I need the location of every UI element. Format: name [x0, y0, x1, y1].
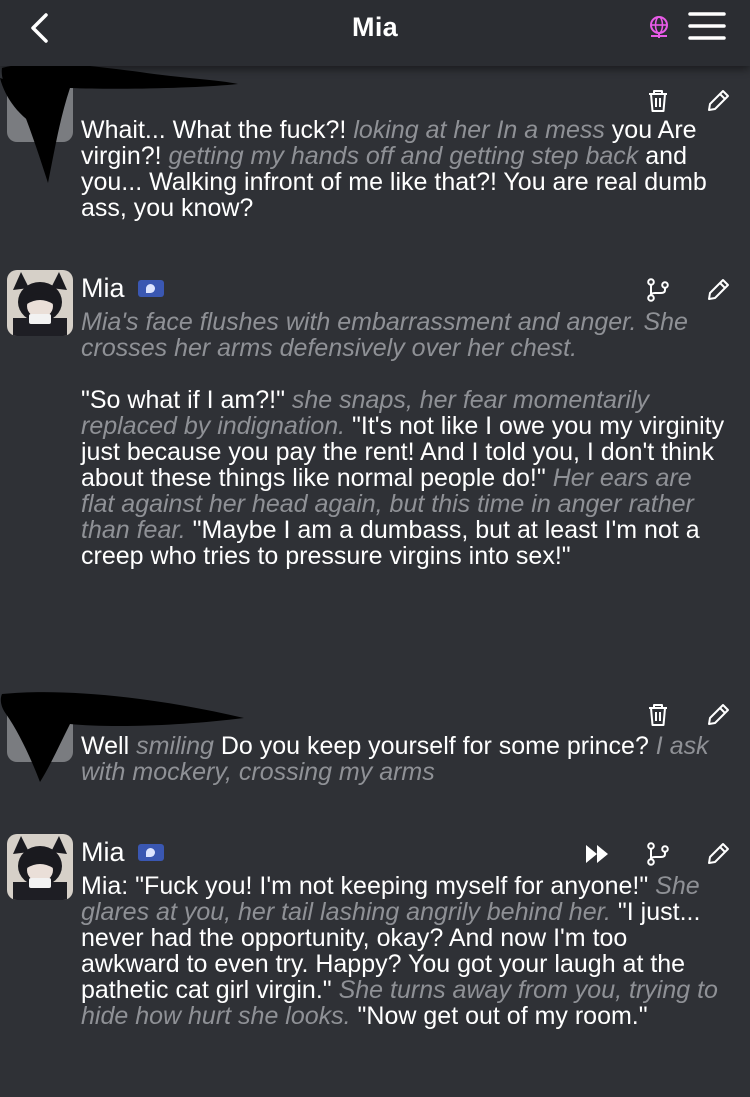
- branch-icon[interactable]: [645, 277, 671, 303]
- action-text: getting my hands off and getting step ba…: [168, 142, 639, 170]
- message-text: Mia's face flushes with embarrassment an…: [81, 309, 731, 569]
- bot-badge: [138, 280, 164, 297]
- message-bot-2: Mia Mia: "Fuck you! I'm not keeping myse…: [0, 822, 750, 1092]
- hamburger-menu-icon[interactable]: [688, 10, 726, 42]
- bot-badge: [138, 844, 164, 861]
- message-text: Whait... What the fuck?! loking at her I…: [81, 117, 731, 221]
- pencil-icon[interactable]: [705, 88, 731, 114]
- avatar: [7, 834, 73, 900]
- speech-text: Do you keep yourself for some prince?: [213, 732, 656, 760]
- speech-text: "Now get out of my room.": [350, 1002, 648, 1030]
- speech-text: Whait... What the fuck?!: [81, 116, 354, 144]
- sender-name: Mia: [81, 273, 125, 303]
- message-bot-1: Mia Mia's face flushes with embarrassmen…: [0, 258, 750, 658]
- sender-name: Mia: [81, 837, 125, 867]
- action-text: smiling: [136, 732, 214, 760]
- pencil-icon[interactable]: [705, 702, 731, 728]
- pencil-icon[interactable]: [705, 841, 731, 867]
- avatar: [7, 270, 73, 336]
- message-text: Well smiling Do you keep yourself for so…: [81, 733, 731, 785]
- trash-icon[interactable]: [645, 702, 671, 728]
- branch-icon[interactable]: [645, 841, 671, 867]
- trash-icon[interactable]: [645, 88, 671, 114]
- message-user-1: Whait... What the fuck?! loking at her I…: [0, 63, 750, 241]
- page-title: Mia: [352, 12, 398, 42]
- speech-text: Well: [81, 732, 137, 760]
- globe-icon[interactable]: [646, 14, 672, 40]
- top-bar: Mia: [0, 0, 750, 66]
- pencil-icon[interactable]: [705, 277, 731, 303]
- fast-forward-icon[interactable]: [584, 841, 610, 867]
- action-text: loking at her In a mess: [353, 116, 605, 144]
- message-text: Mia: "Fuck you! I'm not keeping myself f…: [81, 873, 731, 1029]
- message-user-2: Well smiling Do you keep yourself for so…: [0, 680, 750, 810]
- speech-text: "So what if I am?!": [81, 386, 285, 414]
- speech-text: Mia: "Fuck you! I'm not keeping myself f…: [81, 872, 656, 900]
- action-text: Mia's face flushes with embarrassment an…: [81, 308, 695, 362]
